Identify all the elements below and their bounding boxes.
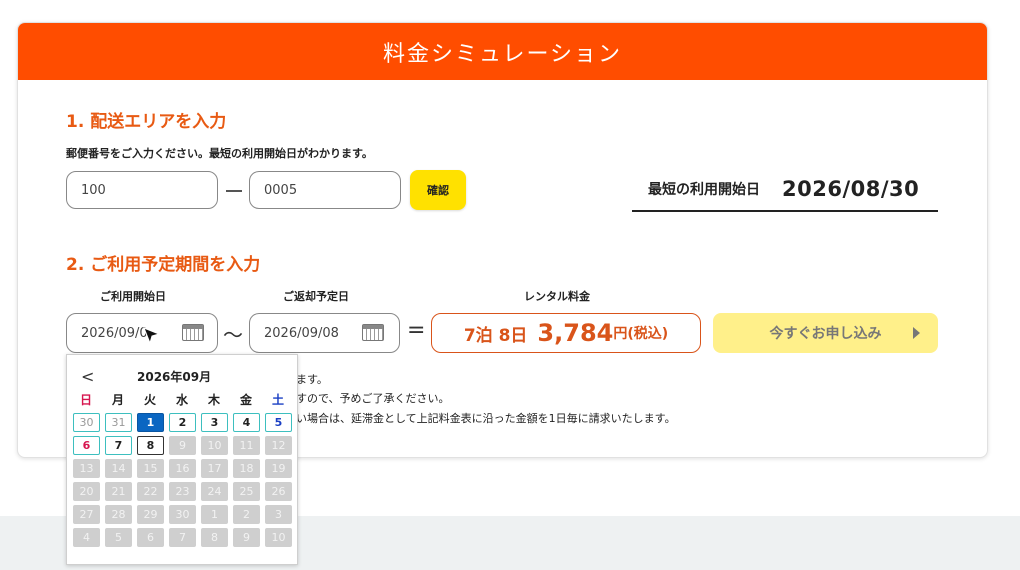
calendar-day: 16 [169, 459, 196, 478]
apply-now-label: 今すぐお申し込み [769, 326, 882, 342]
start-date-label: ご利用開始日 [100, 290, 166, 303]
date-picker-popup: < 2026年09月 日月火水木金土 30 31 1 2 3 4 5 6 7 8 9 10 11 12 13 1… [66, 354, 298, 565]
apply-now-button[interactable]: 今すぐお申し込み [713, 313, 938, 353]
start-calendar-icon[interactable] [182, 324, 204, 341]
step2-title: 2. ご利用予定期間を入力 [66, 255, 261, 275]
weekday-header: 水 [175, 393, 188, 407]
calendar-day[interactable]: 8 [137, 436, 164, 455]
weekday-header: 日 [79, 393, 92, 407]
calendar-day: 20 [73, 482, 100, 501]
zip-dash [226, 190, 242, 192]
step1-title: 1. 配送エリアを入力 [66, 112, 227, 132]
calendar-day[interactable]: 3 [201, 413, 228, 432]
zip-first-input[interactable] [81, 182, 203, 198]
calendar-day: 9 [169, 436, 196, 455]
calendar-day: 21 [105, 482, 132, 501]
zip-first-field[interactable] [66, 171, 218, 209]
price-nights: 7泊 8日 [463, 325, 528, 346]
calendar-day: 4 [73, 528, 100, 547]
prev-month-button[interactable]: < [81, 367, 94, 386]
calendar-day: 26 [265, 482, 292, 501]
calendar-day: 18 [233, 459, 260, 478]
earliest-start-label: 最短の利用開始日 [648, 182, 760, 198]
calendar-day: 30 [169, 505, 196, 524]
calendar-day: 5 [105, 528, 132, 547]
calendar-day: 15 [137, 459, 164, 478]
calendar-day: 12 [265, 436, 292, 455]
weekday-header: 土 [271, 393, 284, 407]
calendar-day: 11 [233, 436, 260, 455]
calendar-day: 8 [201, 528, 228, 547]
calendar-day: 23 [169, 482, 196, 501]
return-date-label: ご返却予定日 [283, 290, 349, 303]
earliest-start-date: 2026/08/30 [782, 177, 920, 201]
calendar-day[interactable]: 5 [265, 413, 292, 432]
calendar-day: 2 [233, 505, 260, 524]
calendar-day: 6 [137, 528, 164, 547]
calendar-day: 1 [201, 505, 228, 524]
calendar-day: 3 [265, 505, 292, 524]
page-title: 料金シミュレーション [18, 23, 987, 80]
chevron-right-icon [913, 327, 920, 339]
calendar-day[interactable]: 2 [169, 413, 196, 432]
calendar-day[interactable]: 31 [105, 413, 132, 432]
calendar-day: 25 [233, 482, 260, 501]
calendar-day[interactable]: 4 [233, 413, 260, 432]
calendar-month-title: 2026年09月 [137, 370, 212, 384]
confirm-button[interactable]: 確認 [410, 170, 466, 210]
calendar-day: 10 [265, 528, 292, 547]
return-calendar-icon[interactable] [362, 324, 384, 341]
equals-sign: = [407, 318, 426, 343]
earliest-start-panel: 最短の利用開始日 2026/08/30 [632, 168, 938, 212]
calendar-day[interactable]: 7 [105, 436, 132, 455]
calendar-day: 29 [137, 505, 164, 524]
calendar-day: 24 [201, 482, 228, 501]
calendar-day: 27 [73, 505, 100, 524]
weekday-header: 木 [207, 393, 220, 407]
step1-note: 郵便番号をご入力ください。最短の利用開始日がわかります。 [66, 147, 373, 160]
calendar-day[interactable]: 30 [73, 413, 100, 432]
zip-second-input[interactable] [264, 182, 386, 198]
calendar-day: 9 [233, 528, 260, 547]
zip-second-field[interactable] [249, 171, 401, 209]
calendar-day: 13 [73, 459, 100, 478]
calendar-day: 7 [169, 528, 196, 547]
notice-line-3: い場合は、延滞金として上記料金表に沿った金額を1日毎に請求いたします。 [296, 412, 676, 425]
price-unit: 円(税込) [613, 326, 669, 342]
notice-line-2: すので、予めご了承ください。 [296, 392, 450, 405]
calendar-day: 17 [201, 459, 228, 478]
notice-line-1: ます。 [296, 373, 328, 386]
calendar-day[interactable]: 6 [73, 436, 100, 455]
price-amount: 3,784 [537, 319, 614, 347]
calendar-day: 22 [137, 482, 164, 501]
calendar-day: 14 [105, 459, 132, 478]
rental-price-display: 7泊 8日 3,784 円(税込) [431, 313, 701, 353]
calendar-day: 19 [265, 459, 292, 478]
start-date-value: 2026/09/0 [81, 325, 148, 341]
return-date-value: 2026/09/08 [264, 325, 339, 341]
calendar-day[interactable]: 1 [137, 413, 164, 432]
calendar-day: 10 [201, 436, 228, 455]
calendar-day: 28 [105, 505, 132, 524]
rental-fee-label: レンタル料金 [524, 290, 590, 303]
weekday-header: 月 [111, 393, 124, 407]
mouse-cursor-icon [143, 327, 161, 345]
weekday-header: 金 [239, 393, 252, 407]
range-tilde: 〜 [223, 323, 243, 347]
weekday-header: 火 [143, 393, 156, 407]
